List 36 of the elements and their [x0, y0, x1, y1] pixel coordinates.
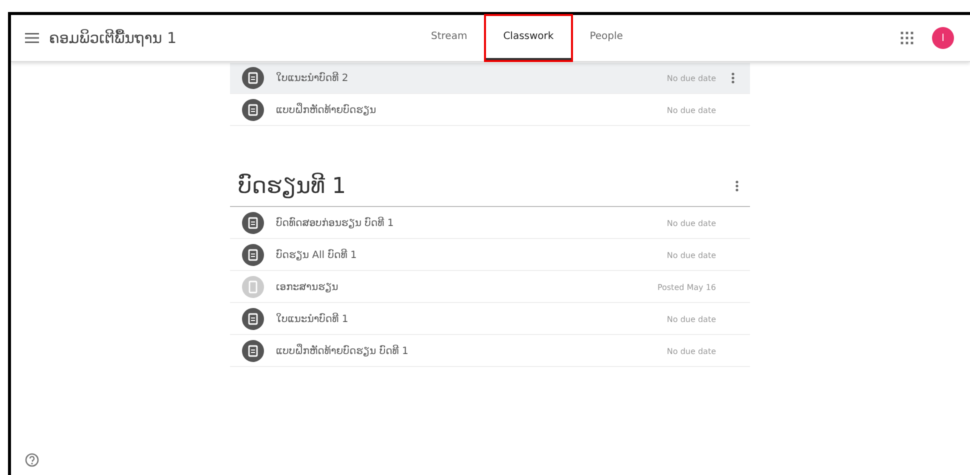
due-date: No due date	[666, 250, 716, 260]
apps-icon[interactable]	[900, 31, 914, 45]
item-title: ໃບແນະນຳບົດທີ 1	[276, 314, 350, 324]
due-date: No due date	[666, 218, 716, 228]
classwork-item[interactable]: ບົດຮຽນ All ບົດທີ 1 No due date	[230, 240, 750, 271]
class-title: ຄອມພິວເຕີພື້ນຖານ 1	[49, 29, 178, 47]
classwork-item[interactable]: ເອກະສານຮຽນ Posted May 16	[230, 272, 750, 303]
assignment-icon	[242, 212, 264, 234]
due-date: No due date	[666, 346, 716, 356]
classwork-item[interactable]: ແບບຝຶກຫັດທ້າຍບົດຮຽນ ບົດທີ 1 No due date	[230, 336, 750, 367]
classwork-item[interactable]: ແບບຝຶກຫັດທ້າຍບົດຮຽນ No due date	[230, 95, 750, 126]
assignment-icon	[242, 308, 264, 330]
menu-icon[interactable]	[25, 32, 39, 44]
due-date: No due date	[666, 74, 716, 82]
assignment-icon	[242, 340, 264, 362]
item-title: ແບບຝຶກຫັດທ້າຍບົດຮຽນ	[276, 104, 378, 116]
help-icon[interactable]	[25, 453, 39, 467]
due-date: Posted May 16	[657, 282, 716, 292]
item-title: ບົດຮຽນ All ບົດທີ 1	[276, 250, 358, 260]
classwork-item[interactable]: ບົດທົດສອບກ່ອນຮຽນ ບົດທີ 1 No due date	[230, 208, 750, 239]
item-title: ແບບຝຶກຫັດທ້າຍບົດຮຽນ ບົດທີ 1	[276, 346, 410, 356]
assignment-icon	[242, 99, 264, 121]
avatar[interactable]: I	[932, 27, 954, 49]
classwork-item[interactable]: ໃບແນະນຳບົດທີ 2 No due date	[230, 63, 750, 94]
item-title: ໃບແນະນຳບົດທີ 2	[276, 72, 350, 84]
due-date: No due date	[666, 314, 716, 324]
classwork-item[interactable]: ໃບແນະນຳບົດທີ 1 No due date	[230, 304, 750, 335]
item-title: ເອກະສານຮຽນ	[276, 282, 340, 292]
assignment-icon	[242, 67, 264, 89]
material-icon	[242, 276, 264, 298]
topic-title: ບົດຮຽນທີ 1	[238, 174, 348, 198]
item-title: ບົດທົດສອບກ່ອນຮຽນ ບົດທີ 1	[276, 218, 395, 228]
assignment-icon	[242, 244, 264, 266]
due-date: No due date	[666, 106, 716, 114]
tab[interactable]: People	[572, 15, 641, 61]
tab[interactable]: Stream	[413, 15, 486, 61]
